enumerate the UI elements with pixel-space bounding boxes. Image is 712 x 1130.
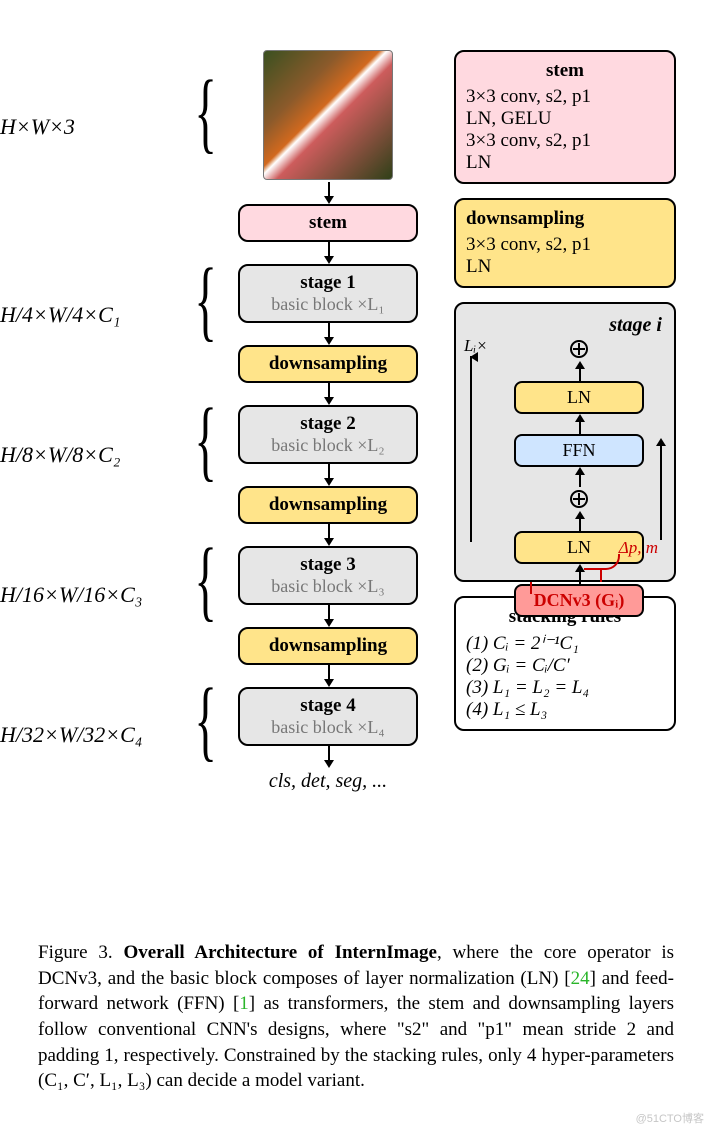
stem-block: stem <box>238 204 418 242</box>
stage1-block: stage 1 basic block ×L₁ <box>238 264 418 323</box>
arrow-down-icon <box>232 323 424 345</box>
arrow-up-icon <box>496 564 662 584</box>
brace-icon: { <box>194 396 216 486</box>
ffn-block: FFN <box>514 434 644 467</box>
arrow-down-icon <box>232 383 424 405</box>
stage3-block: stage 3 basic block ×L₃ <box>238 546 418 605</box>
arrow-down-icon <box>232 182 424 204</box>
delta-label: Δp, m <box>619 538 658 558</box>
arrow-down-icon <box>232 524 424 546</box>
arrow-up-icon <box>496 511 662 531</box>
input-image-placeholder <box>263 50 393 180</box>
downsampling-block: downsampling <box>238 345 418 383</box>
arrow-down-icon <box>232 242 424 264</box>
repeat-label: Lᵢ× <box>464 336 488 356</box>
downsampling-detail-box: downsampling 3×3 conv, s2, p1 LN <box>454 198 676 288</box>
watermark: @51CTO博客 <box>636 1110 704 1126</box>
dim-stage2: H/8×W/8×C₂ <box>0 442 120 468</box>
residual-add-icon <box>570 340 588 358</box>
brace-icon: { <box>194 676 216 766</box>
ln-block: LN <box>514 381 644 414</box>
arrow-up-icon <box>496 361 662 381</box>
brace-icon: { <box>194 536 216 626</box>
residual-add-icon <box>570 490 588 508</box>
figure-caption: Figure 3. Overall Architecture of Intern… <box>38 940 674 1094</box>
stage-i-title: stage i <box>496 314 662 337</box>
stage2-block: stage 2 basic block ×L₂ <box>238 405 418 464</box>
stage-i-detail-box: stage i Lᵢ× LN FFN LN DCNv3 (Gᵢ) Δp, m <box>454 302 676 582</box>
dim-input: H×W×3 <box>0 114 75 140</box>
arrow-down-icon <box>232 746 424 768</box>
stage4-block: stage 4 basic block ×L₄ <box>238 687 418 746</box>
downsampling-block: downsampling <box>238 627 418 665</box>
brace-icon: { <box>194 256 216 346</box>
architecture-diagram: H×W×3 { H/4×W/4×C₁ { H/8×W/8×C₂ { H/16×W… <box>0 0 712 930</box>
arrow-down-icon <box>232 665 424 687</box>
arrow-up-icon <box>496 467 662 487</box>
dim-stage4: H/32×W/32×C₄ <box>0 722 142 748</box>
brace-icon: { <box>194 68 216 158</box>
dim-stage1: H/4×W/4×C₁ <box>0 302 120 328</box>
dim-stage3: H/16×W/16×C₃ <box>0 582 142 608</box>
stem-detail-box: stem 3×3 conv, s2, p1 LN, GELU 3×3 conv,… <box>454 50 676 184</box>
dcnv3-block: DCNv3 (Gᵢ) <box>514 584 644 617</box>
arrow-up-icon <box>496 414 662 434</box>
arrow-down-icon <box>232 605 424 627</box>
arrow-down-icon <box>232 464 424 486</box>
outputs-label: cls, det, seg, ... <box>232 770 424 793</box>
downsampling-block: downsampling <box>238 486 418 524</box>
